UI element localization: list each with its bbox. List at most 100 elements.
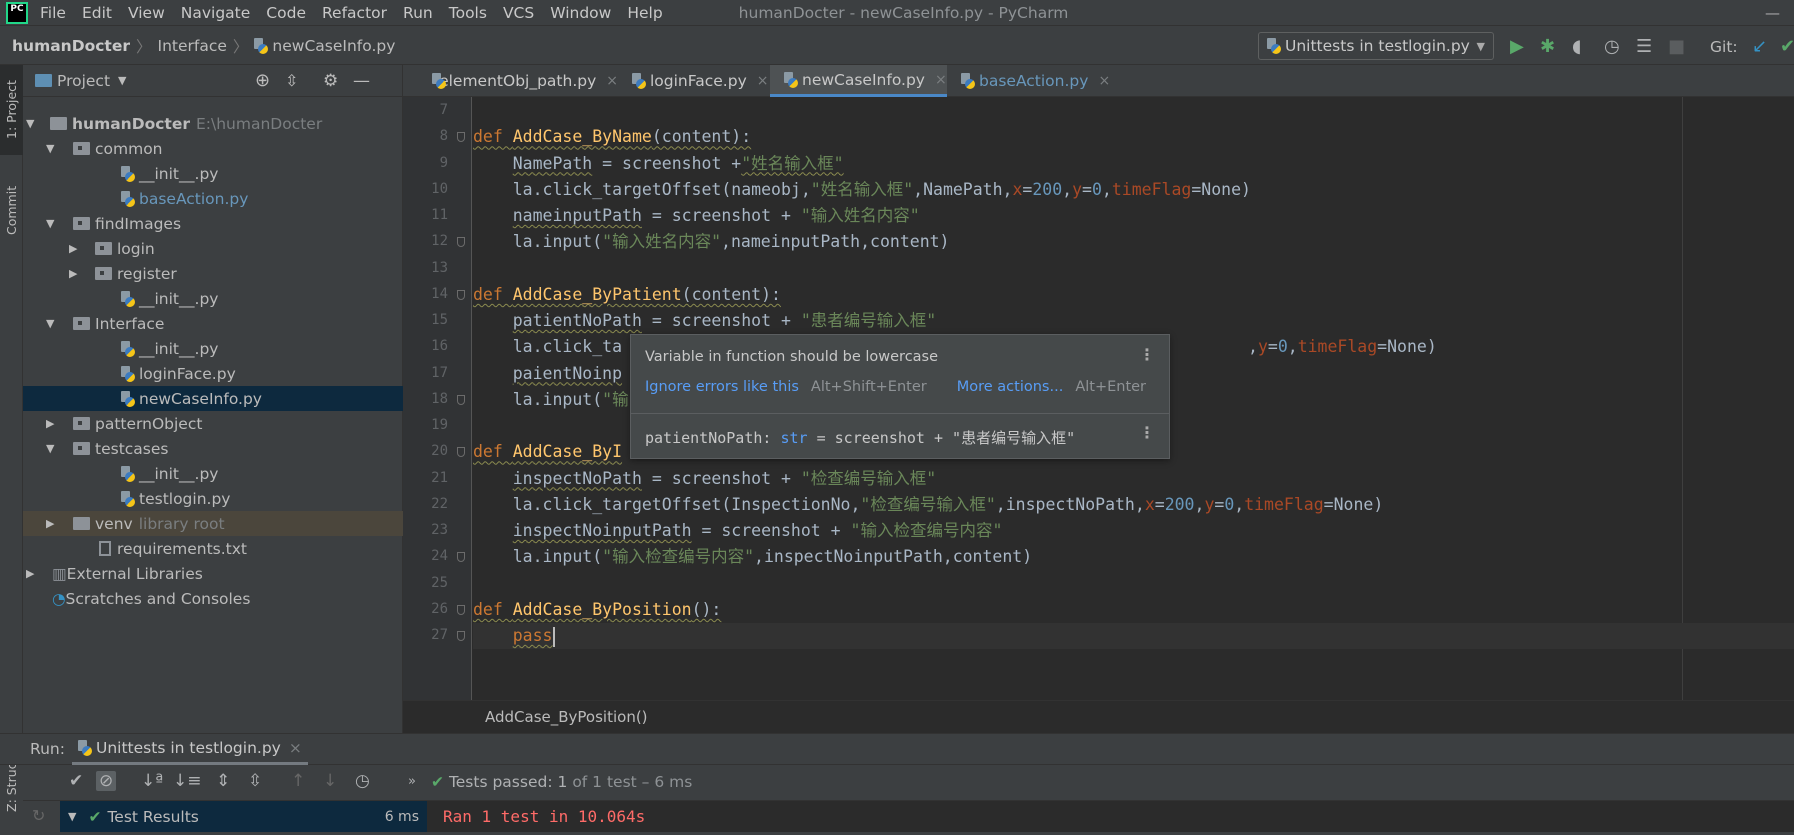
menu-file[interactable]: File [40, 4, 66, 22]
fold-marker-icon[interactable] [457, 552, 465, 563]
menu-window[interactable]: Window [550, 4, 611, 22]
profile-icon[interactable]: ◷ [1604, 36, 1620, 57]
collapsed-arrow-icon[interactable]: ▶ [26, 567, 34, 580]
history-icon[interactable]: ◷ [355, 771, 370, 791]
collapsed-arrow-icon[interactable]: ▶ [46, 417, 54, 430]
fold-marker-icon[interactable] [457, 604, 465, 615]
menu-view[interactable]: View [128, 4, 165, 22]
code-line[interactable] [473, 571, 1794, 597]
expanded-arrow-icon[interactable]: ▼ [46, 442, 54, 455]
fold-marker-icon[interactable] [457, 132, 465, 143]
expand-arrow-icon[interactable]: ▼ [68, 810, 76, 823]
rerun-failed-icon[interactable]: ↻ [32, 806, 45, 825]
code-line[interactable]: la.click_targetOffset(nameobj,"姓名输入框",Na… [473, 177, 1794, 203]
expanded-arrow-icon[interactable]: ▼ [46, 142, 54, 155]
tree-item[interactable]: ▼ humanDocter E:\humanDocter [23, 111, 403, 136]
code-line[interactable]: nameinputPath = screenshot + "输入姓名内容" [473, 203, 1794, 229]
code-line[interactable]: inspectNoPath = screenshot + "检查编号输入框" [473, 466, 1794, 492]
breadcrumb-project[interactable]: humanDocter [12, 37, 130, 55]
fold-marker-icon[interactable] [457, 447, 465, 458]
git-update-icon[interactable]: ↙ [1752, 36, 1767, 57]
tree-item[interactable]: __init__.py [23, 461, 403, 486]
code-line[interactable]: def AddCase_ByPatient(content): [473, 282, 1794, 308]
fold-marker-icon[interactable] [457, 237, 465, 248]
hide-icon[interactable]: — [353, 71, 370, 91]
menu-code[interactable]: Code [266, 4, 306, 22]
tab-elementobj-path-py[interactable]: elementObj_path.py × [418, 65, 618, 97]
menu-vcs[interactable]: VCS [503, 4, 534, 22]
expanded-arrow-icon[interactable]: ▼ [46, 317, 54, 330]
tree-item[interactable]: ▼ testcases [23, 436, 403, 461]
expanded-arrow-icon[interactable]: ▼ [26, 117, 34, 130]
tree-item[interactable]: newCaseInfo.py [23, 386, 403, 411]
project-view-select[interactable]: Project [57, 72, 110, 90]
tree-item[interactable]: ▶ venv library root [23, 511, 403, 536]
breadcrumb-file[interactable]: newCaseInfo.py [272, 37, 395, 55]
project-tool-tab[interactable]: 1: Project [0, 65, 23, 155]
code-line[interactable]: def AddCase_ByPosition(): [473, 597, 1794, 623]
commit-tool-tab[interactable]: Commit [0, 170, 23, 250]
stop-icon[interactable]: ■ [1668, 36, 1685, 57]
tree-item[interactable]: baseAction.py [23, 186, 403, 211]
menu-edit[interactable]: Edit [82, 4, 112, 22]
code-line[interactable]: la.input("输入姓名内容",nameinputPath,content) [473, 229, 1794, 255]
chevron-down-icon[interactable]: ▼ [118, 74, 126, 87]
code-breadcrumb[interactable]: AddCase_ByPosition() [485, 708, 648, 726]
fold-marker-icon[interactable] [457, 631, 465, 641]
tree-item[interactable]: loginFace.py [23, 361, 403, 386]
tree-item[interactable]: ▶ ▥ External Libraries [23, 561, 403, 586]
breadcrumb-folder[interactable]: Interface [158, 37, 227, 55]
ignore-errors-link[interactable]: Ignore errors like this [645, 379, 799, 395]
tree-item[interactable]: __init__.py [23, 336, 403, 361]
tree-item[interactable]: __init__.py [23, 161, 403, 186]
next-icon[interactable]: ↓ [323, 771, 337, 791]
tree-item[interactable]: ▼ findImages [23, 211, 403, 236]
tree-item[interactable]: ▶ patternObject [23, 411, 403, 436]
code-line[interactable]: NamePath = screenshot +"姓名输入框" [473, 151, 1794, 177]
more-icon[interactable]: » [408, 774, 416, 789]
tree-item[interactable]: ▼ Interface [23, 311, 403, 336]
run-console[interactable]: Ran 1 test in 10.064s [427, 801, 1794, 832]
code-line[interactable] [473, 98, 1794, 124]
tab-baseaction-py[interactable]: baseAction.py × [947, 65, 1121, 97]
tree-item[interactable]: ◔ Scratches and Consoles [23, 586, 403, 611]
menu-refactor[interactable]: Refactor [322, 4, 387, 22]
fold-marker-icon[interactable] [457, 289, 465, 300]
code-line[interactable]: def AddCase_ByName(content): [473, 124, 1794, 150]
tree-item[interactable]: testlogin.py [23, 486, 403, 511]
code-line[interactable]: pass [473, 623, 1794, 649]
collapsed-arrow-icon[interactable]: ▶ [46, 517, 54, 530]
collapse-all-icon[interactable]: ⇳ [285, 71, 298, 90]
sort-alphabetically-icon[interactable]: ↓ª [141, 771, 163, 791]
concurrency-icon[interactable]: ☰ [1636, 36, 1652, 57]
more-options-icon[interactable]: ⋮ [1139, 345, 1155, 364]
tree-item[interactable]: __init__.py [23, 286, 403, 311]
test-results-row[interactable]: ▼ ✔ Test Results 6 ms [60, 801, 427, 832]
collapse-all-icon[interactable]: ⇳ [248, 771, 262, 791]
menu-navigate[interactable]: Navigate [181, 4, 251, 22]
minimize-icon[interactable]: — [1765, 4, 1780, 22]
more-options-icon[interactable]: ⋮ [1139, 423, 1155, 442]
git-commit-icon[interactable]: ✔ [1780, 36, 1794, 57]
show-passed-icon[interactable]: ✔ [69, 771, 83, 791]
coverage-icon[interactable]: ◖ [1572, 36, 1581, 57]
code-line[interactable]: la.input("输入检查编号内容",inspectNoinputPath,c… [473, 544, 1794, 570]
menu-run[interactable]: Run [403, 4, 433, 22]
show-ignored-icon[interactable]: ⊘ [96, 771, 117, 791]
debug-icon[interactable]: ✱ [1540, 36, 1555, 57]
close-icon[interactable]: × [289, 739, 302, 757]
close-tab-icon[interactable]: × [606, 73, 618, 89]
locate-icon[interactable]: ⊕ [255, 70, 270, 91]
expanded-arrow-icon[interactable]: ▼ [46, 217, 54, 230]
code-line[interactable]: patientNoPath = screenshot + "患者编号输入框" [473, 308, 1794, 334]
fold-marker-icon[interactable] [457, 394, 465, 405]
previous-icon[interactable]: ↑ [291, 771, 305, 791]
code-line[interactable] [473, 256, 1794, 282]
tree-item[interactable]: ▼ common [23, 136, 403, 161]
tab-newcaseinfo-py[interactable]: newCaseInfo.py × [770, 65, 947, 97]
tab-loginface-py[interactable]: loginFace.py × [618, 65, 770, 97]
tree-item[interactable]: requirements.txt [23, 536, 403, 561]
more-actions-link[interactable]: More actions... [957, 379, 1064, 395]
menu-help[interactable]: Help [627, 4, 662, 22]
tree-item[interactable]: ▶ register [23, 261, 403, 286]
